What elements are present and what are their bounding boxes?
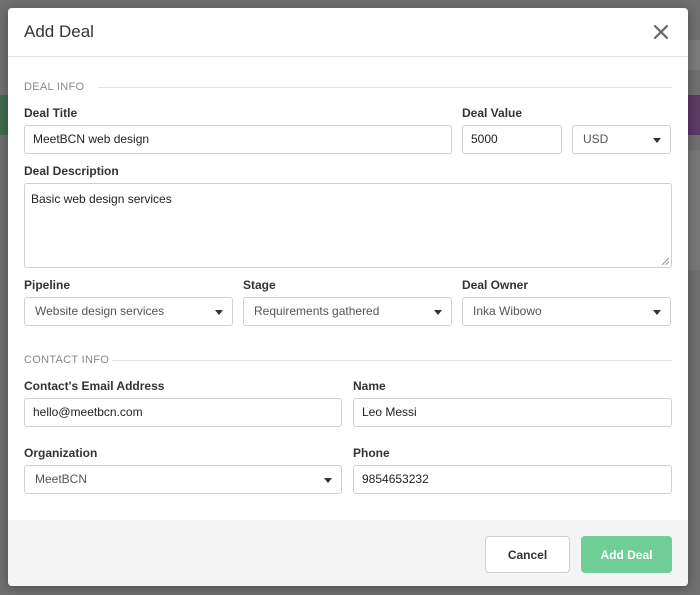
contact-email-input[interactable]: hello@meetbcn.com bbox=[24, 398, 342, 427]
add-deal-modal: Add Deal DEAL INFO Deal Title MeetBCN we… bbox=[8, 8, 688, 586]
section-label-contact-info: CONTACT INFO bbox=[24, 354, 110, 366]
cancel-button[interactable]: Cancel bbox=[485, 536, 570, 573]
pipeline-select[interactable]: Website design services bbox=[24, 297, 233, 326]
close-button[interactable] bbox=[650, 21, 672, 43]
chevron-down-icon bbox=[434, 310, 442, 315]
contact-name-label: Name bbox=[353, 379, 386, 393]
chevron-down-icon bbox=[324, 478, 332, 483]
section-divider bbox=[98, 87, 672, 88]
deal-value-label: Deal Value bbox=[462, 106, 523, 120]
modal-footer: Cancel Add Deal bbox=[8, 520, 688, 586]
organization-select[interactable]: MeetBCN bbox=[24, 465, 342, 494]
add-deal-button[interactable]: Add Deal bbox=[581, 536, 672, 573]
stage-label: Stage bbox=[243, 278, 276, 292]
deal-description-label: Deal Description bbox=[24, 164, 119, 178]
modal-header: Add Deal bbox=[8, 8, 688, 57]
background-app-accent bbox=[0, 95, 8, 135]
deal-value-input[interactable]: 5000 bbox=[462, 125, 562, 154]
phone-input[interactable]: 9854653232 bbox=[353, 465, 672, 494]
resize-grip-icon[interactable] bbox=[661, 257, 669, 265]
pipeline-label: Pipeline bbox=[24, 278, 71, 292]
phone-label: Phone bbox=[353, 446, 390, 460]
modal-body: DEAL INFO Deal Title MeetBCN web design … bbox=[8, 57, 688, 519]
contact-name-input[interactable]: Leo Messi bbox=[353, 398, 672, 427]
currency-select[interactable]: USD bbox=[572, 125, 671, 154]
deal-owner-select[interactable]: Inka Wibowo bbox=[462, 297, 671, 326]
deal-description-text: Basic web design services bbox=[31, 192, 172, 206]
organization-label: Organization bbox=[24, 446, 98, 460]
section-label-deal-info: DEAL INFO bbox=[24, 81, 85, 93]
chevron-down-icon bbox=[653, 310, 661, 315]
chevron-down-icon bbox=[215, 310, 223, 315]
deal-description-textarea[interactable]: Basic web design services bbox=[24, 183, 672, 268]
close-icon bbox=[653, 24, 669, 40]
deal-owner-select-value: Inka Wibowo bbox=[473, 304, 542, 318]
contact-email-label: Contact's Email Address bbox=[24, 379, 165, 393]
deal-title-label: Deal Title bbox=[24, 106, 78, 120]
stage-select-value: Requirements gathered bbox=[254, 304, 380, 318]
section-divider bbox=[112, 360, 672, 361]
chevron-down-icon bbox=[653, 138, 661, 143]
currency-select-value: USD bbox=[583, 132, 609, 146]
deal-owner-label: Deal Owner bbox=[462, 278, 529, 292]
pipeline-select-value: Website design services bbox=[35, 304, 165, 318]
organization-select-value: MeetBCN bbox=[35, 472, 88, 486]
deal-title-input[interactable]: MeetBCN web design bbox=[24, 125, 452, 154]
stage-select[interactable]: Requirements gathered bbox=[243, 297, 452, 326]
modal-title: Add Deal bbox=[24, 22, 94, 41]
